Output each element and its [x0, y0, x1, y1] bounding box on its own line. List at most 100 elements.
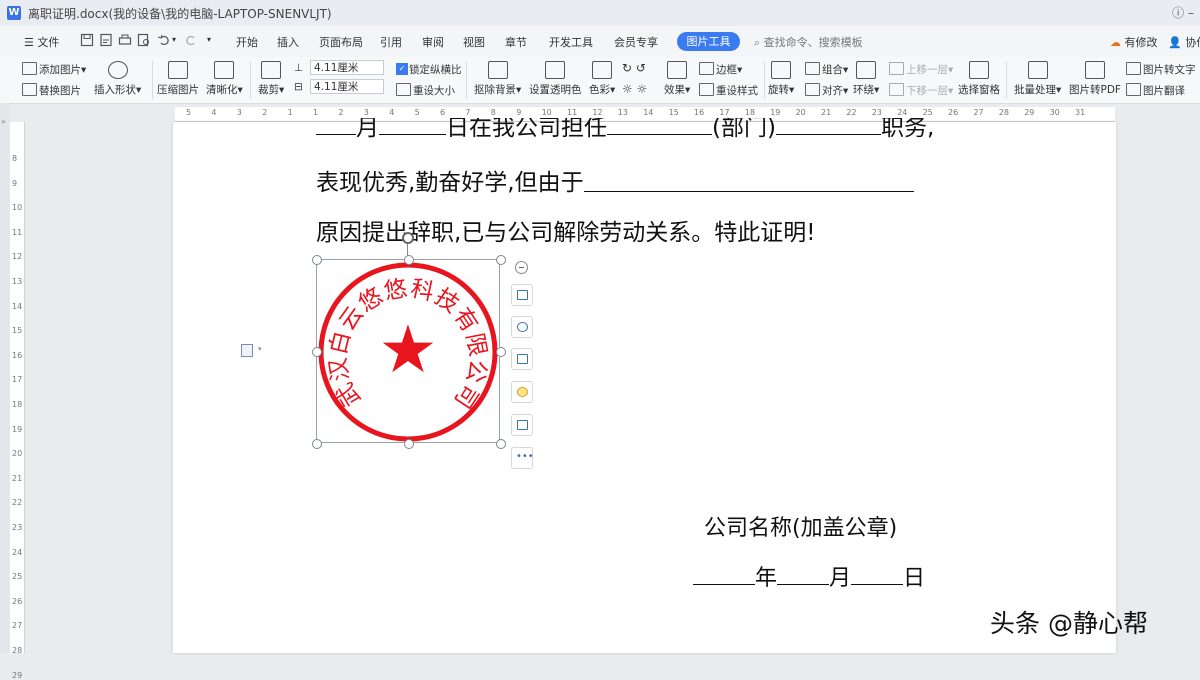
resize-handle-sw[interactable]: [312, 439, 322, 449]
picture-height-input[interactable]: 4.11厘米: [310, 60, 384, 75]
sharpen-button[interactable]: 清晰化▾: [206, 61, 243, 97]
replace-picture-button[interactable]: 替换图片: [22, 83, 81, 98]
tab-review[interactable]: 审阅: [422, 34, 444, 50]
title-bar: W 离职证明.docx(我的设备\我的电脑-LAPTOP-SNENVLJT) ⓘ…: [0, 0, 1200, 26]
batch-process-button[interactable]: 批量处理▾: [1014, 61, 1061, 97]
more-options-button[interactable]: •••: [511, 447, 534, 469]
ruler-tick-label: 17: [12, 375, 23, 385]
bring-forward-icon: [889, 62, 904, 75]
quick-access-more-icon[interactable]: ▾: [207, 35, 211, 44]
resize-handle-ne[interactable]: [496, 255, 506, 265]
redo-icon[interactable]: [184, 33, 198, 47]
export-pdf-icon[interactable]: [99, 33, 113, 47]
wrap-label: 环绕: [853, 84, 874, 96]
anchor-dropdown-icon[interactable]: ▾: [258, 345, 262, 353]
color-label: 色彩: [589, 84, 610, 96]
rotate-handle[interactable]: [402, 232, 414, 244]
resize-handle-n[interactable]: [404, 255, 414, 265]
picture-tips-button[interactable]: [511, 381, 533, 403]
layout-options-icon: [517, 290, 528, 300]
rotate-button[interactable]: 旋转▾: [768, 61, 794, 97]
ruler-tick-label: 11: [12, 227, 23, 237]
undo-dropdown-icon[interactable]: ▾: [172, 35, 176, 44]
picture-translate-button[interactable]: 图片翻译: [1126, 83, 1185, 98]
tab-picture-tools[interactable]: 图片工具: [677, 32, 740, 51]
tab-insert[interactable]: 插入: [277, 34, 299, 50]
separator: [1006, 61, 1007, 99]
compress-picture-button[interactable]: 压缩图片: [157, 61, 199, 97]
print-preview-icon[interactable]: [137, 33, 151, 47]
align-button[interactable]: 对齐▾: [805, 83, 848, 98]
ruler-tick-label: 29: [1024, 108, 1035, 117]
add-picture-button[interactable]: 添加图片▾: [22, 62, 86, 77]
seal-picture[interactable]: 武汉白云悠悠科技有限公司 ★: [316, 259, 500, 443]
ruler-tick-label: 25: [922, 108, 933, 117]
send-backward-button[interactable]: 下移一层▾: [889, 83, 953, 98]
wrap-button[interactable]: 环绕▾: [853, 61, 879, 97]
color-button[interactable]: 色彩▾: [589, 61, 615, 97]
picture-to-word-button[interactable]: [511, 414, 533, 436]
search-placeholder: 查找命令、搜索模板: [763, 36, 863, 49]
tab-chapter[interactable]: 章节: [505, 34, 527, 50]
collapse-toolbar-icon[interactable]: [515, 261, 528, 274]
picture-width-input[interactable]: 4.11厘米: [310, 79, 384, 94]
resize-handle-nw[interactable]: [312, 255, 322, 265]
anchor-icon[interactable]: [241, 344, 253, 357]
ruler-tick-label: 13: [12, 277, 23, 286]
remove-background-button[interactable]: 抠除背景▾: [474, 61, 521, 97]
resize-handle-se[interactable]: [496, 439, 506, 449]
bring-forward-label: 上移一层: [906, 64, 948, 76]
replace-picture-label: 替换图片: [39, 85, 81, 97]
group-icon: [805, 62, 820, 75]
ruler-tick-label: 23: [871, 108, 882, 117]
print-icon[interactable]: [118, 33, 132, 47]
ruler-tick-label: 16: [694, 108, 705, 117]
layout-options-button[interactable]: [511, 284, 533, 306]
lock-ratio-checkbox[interactable]: ✓: [396, 63, 408, 75]
revision-status[interactable]: ☁ 有修改: [1110, 34, 1158, 50]
text-position-intro: 日在我公司担任: [446, 118, 607, 141]
picture-to-text-label: 图片转文字: [1143, 64, 1196, 76]
group-button[interactable]: 组合▾: [805, 62, 848, 77]
border-button[interactable]: 边框▾: [699, 62, 742, 77]
reset-size-button[interactable]: 重设大小: [396, 83, 455, 98]
tab-developer[interactable]: 开发工具: [549, 34, 593, 50]
selection-pane-button[interactable]: 选择窗格: [958, 61, 1000, 97]
doc-line-2: 表现优秀,勤奋好学,但由于: [316, 163, 914, 197]
tab-page-layout[interactable]: 页面布局: [319, 34, 363, 50]
picture-to-text-button[interactable]: 图片转文字: [1126, 62, 1196, 77]
tab-home[interactable]: 开始: [236, 34, 258, 50]
crop-label: 裁剪: [258, 84, 279, 96]
picture-to-pdf-button[interactable]: 图片转PDF: [1069, 61, 1121, 97]
document-page[interactable]: [173, 122, 1116, 653]
window-controls[interactable]: ⓘ –: [1172, 4, 1194, 21]
insert-shape-button[interactable]: 插入形状▾: [94, 61, 141, 97]
navigation-strip[interactable]: »: [0, 103, 10, 653]
brightness-icons[interactable]: ☼ ☼: [622, 82, 647, 96]
reset-style-button[interactable]: 重设样式: [699, 83, 758, 98]
expand-pane-icon[interactable]: »: [1, 117, 6, 126]
resize-handle-s[interactable]: [404, 439, 414, 449]
file-menu[interactable]: ☰ 文件: [24, 34, 59, 50]
zoom-picture-button[interactable]: [511, 316, 533, 338]
vertical-ruler[interactable]: 8 9 10 11 12 13 14 15 16 17 18 19 20 21 22 23 24 25 26 27 28…: [10, 122, 25, 680]
bring-forward-button[interactable]: 上移一层▾: [889, 62, 953, 77]
effects-button[interactable]: 效果▾: [664, 61, 690, 97]
undo-icon[interactable]: [157, 33, 171, 47]
tab-member[interactable]: 会员专享: [614, 34, 658, 50]
rotate-icons[interactable]: ↻ ↺: [622, 61, 646, 75]
collaborate-button[interactable]: 👤 协作: [1168, 34, 1200, 50]
save-icon[interactable]: [80, 33, 94, 47]
command-search[interactable]: ⌕ 查找命令、搜索模板: [754, 34, 863, 50]
compress-label: 压缩图片: [157, 84, 199, 96]
resize-handle-e[interactable]: [496, 347, 506, 357]
wps-writer-icon: W: [7, 6, 21, 20]
send-backward-icon: [889, 83, 904, 96]
tab-references[interactable]: 引用: [380, 34, 402, 50]
set-transparent-button[interactable]: 设置透明色: [529, 61, 582, 97]
crop-side-button[interactable]: [511, 348, 533, 370]
tab-view[interactable]: 视图: [463, 34, 485, 50]
crop-button[interactable]: 裁剪▾: [258, 61, 284, 97]
resize-handle-w[interactable]: [312, 347, 322, 357]
ruler-tick-label: 1: [287, 108, 293, 117]
